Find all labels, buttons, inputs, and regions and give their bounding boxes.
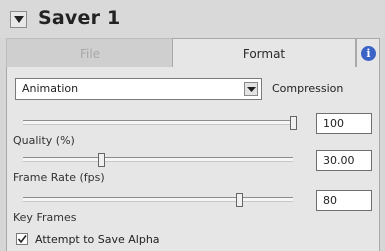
panel-header: Saver 1 <box>0 0 385 38</box>
format-content: Animation Compression 100 Quality (%) 30… <box>6 67 380 251</box>
save-alpha-checkbox[interactable] <box>16 233 28 245</box>
info-icon: i <box>361 46 376 61</box>
compression-value: Animation <box>22 82 79 95</box>
quality-input[interactable]: 100 <box>316 113 372 134</box>
triangle-down-icon <box>14 16 24 23</box>
compression-select[interactable]: Animation <box>15 78 262 100</box>
frame-rate-row: 30.00 Frame Rate (fps) <box>7 150 381 194</box>
panel-title: Saver 1 <box>38 7 121 29</box>
key-frames-label: Key Frames <box>13 211 77 224</box>
tab-bar: File Format i <box>6 38 380 68</box>
frame-rate-slider[interactable] <box>23 153 293 167</box>
checkmark-icon <box>17 235 27 244</box>
frame-rate-input[interactable]: 30.00 <box>316 150 372 171</box>
dropdown-button[interactable] <box>244 82 258 96</box>
tab-format[interactable]: Format <box>172 38 356 68</box>
saver-panel: Saver 1 File Format i Animation Compress… <box>0 0 385 251</box>
tab-file[interactable]: File <box>6 38 174 68</box>
save-alpha-row: Attempt to Save Alpha <box>7 231 381 251</box>
info-button[interactable]: i <box>356 38 380 68</box>
compression-label: Compression <box>272 82 344 95</box>
quality-label: Quality (%) <box>13 134 75 147</box>
quality-slider[interactable] <box>23 116 297 130</box>
key-frames-slider[interactable] <box>23 193 293 207</box>
frame-rate-slider-thumb[interactable] <box>98 153 106 167</box>
collapse-button[interactable] <box>10 11 27 28</box>
key-frames-slider-thumb[interactable] <box>236 193 243 207</box>
quality-slider-thumb[interactable] <box>290 116 297 130</box>
key-frames-input[interactable]: 80 <box>316 190 372 211</box>
chevron-down-icon <box>247 87 256 92</box>
frame-rate-label: Frame Rate (fps) <box>13 171 105 184</box>
save-alpha-label: Attempt to Save Alpha <box>35 233 160 246</box>
key-frames-row: 80 Key Frames <box>7 190 381 234</box>
